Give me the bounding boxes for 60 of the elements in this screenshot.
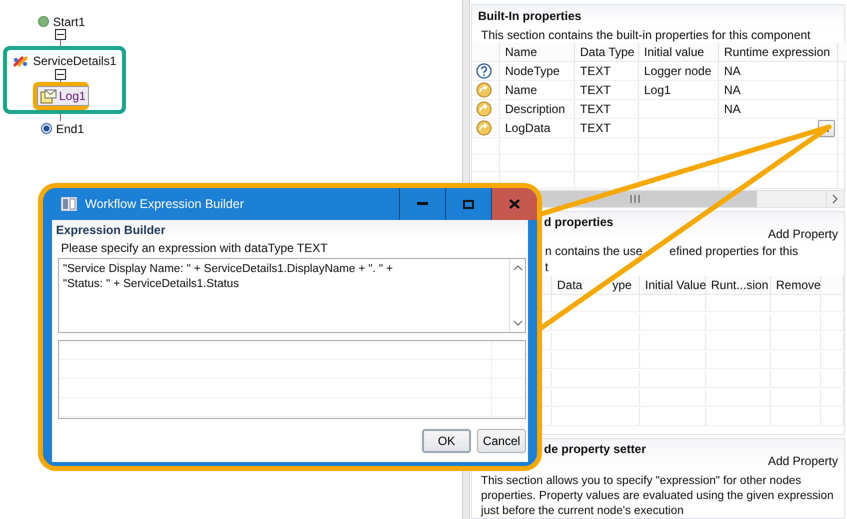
table-cell: TEXT bbox=[575, 100, 639, 119]
maximize-icon bbox=[463, 200, 474, 208]
arrow-circle-icon bbox=[476, 101, 492, 117]
table-cell: TEXT bbox=[575, 62, 639, 81]
section-description: t bbox=[545, 260, 548, 274]
section-title: Built-In properties bbox=[478, 8, 582, 25]
cell-text: NA bbox=[724, 83, 741, 97]
prompt-text: Please specify an expression with dataType TEXT bbox=[60, 240, 329, 257]
node-label[interactable]: ServiceDetails1 bbox=[32, 54, 118, 68]
vertical-scrollbar[interactable] bbox=[509, 259, 525, 332]
logger-node[interactable]: Log1 bbox=[37, 86, 89, 106]
cell-text: NA bbox=[724, 64, 741, 78]
table-cell: Log1 bbox=[639, 81, 719, 100]
connector-line bbox=[60, 114, 61, 121]
ok-button[interactable]: OK bbox=[422, 429, 471, 453]
node-label[interactable]: End1 bbox=[55, 122, 86, 136]
column-header[interactable]: Name bbox=[500, 43, 575, 62]
table-cell: Logger node bbox=[639, 62, 719, 81]
section-title: d properties bbox=[544, 214, 614, 231]
cancel-button[interactable]: Cancel bbox=[477, 429, 526, 453]
help-icon bbox=[476, 63, 492, 79]
scroll-up-icon[interactable] bbox=[512, 264, 522, 271]
add-property-link[interactable]: Add Property bbox=[768, 227, 838, 242]
table-cell: TEXT bbox=[575, 81, 639, 100]
window-icon bbox=[61, 197, 77, 211]
close-icon bbox=[509, 199, 520, 209]
column-header[interactable]: Data bbox=[557, 276, 582, 294]
section-description: efined properties for this bbox=[669, 244, 798, 258]
collapse-icon[interactable] bbox=[55, 29, 66, 40]
table-cell: LogData bbox=[500, 119, 575, 138]
section-description: This section allows you to specify "expression" for other nodes properties. Property values are evaluated using the given expression just before the current node's execution bbox=[481, 473, 835, 518]
column-header[interactable]: Data Type bbox=[575, 43, 639, 62]
grip-icon bbox=[630, 195, 640, 203]
expression-field[interactable]: "Service Display Name: " + ServiceDetails1.DisplayName + ". " + "Status: " + ServiceDetails1.Status bbox=[58, 258, 526, 333]
connector-line bbox=[60, 40, 61, 46]
arrow-circle-icon bbox=[476, 82, 492, 98]
end-node-icon bbox=[41, 123, 52, 134]
minimize-icon bbox=[417, 202, 428, 206]
table-cell: NodeType bbox=[500, 62, 575, 81]
service-icon bbox=[13, 56, 29, 66]
column-header[interactable]: Initial value bbox=[639, 43, 719, 62]
arrow-circle-icon bbox=[476, 120, 492, 136]
collapse-icon[interactable] bbox=[55, 69, 66, 80]
column-header[interactable]: ype bbox=[612, 276, 632, 294]
section-description: This section contains the built-in properties for this component bbox=[480, 27, 812, 43]
cell-text: NA bbox=[724, 102, 741, 116]
note-icon bbox=[40, 88, 57, 104]
add-property-link[interactable]: Add Property bbox=[768, 454, 838, 469]
window-title: Workflow Expression Builder bbox=[85, 197, 245, 211]
dialog-heading: Expression Builder bbox=[56, 223, 166, 237]
node-label[interactable]: Start1 bbox=[52, 14, 86, 28]
table-cell: Name bbox=[500, 81, 575, 100]
column-header[interactable]: Runtime expression bbox=[719, 43, 838, 62]
table-cell: TEXT bbox=[575, 119, 639, 138]
section-title: de property setter bbox=[544, 441, 646, 458]
close-button[interactable] bbox=[491, 188, 537, 220]
table-cell: Description bbox=[500, 100, 575, 119]
scroll-down-icon[interactable] bbox=[512, 320, 522, 327]
start-node-icon bbox=[38, 16, 49, 27]
section-description: n contains the use bbox=[545, 244, 642, 258]
